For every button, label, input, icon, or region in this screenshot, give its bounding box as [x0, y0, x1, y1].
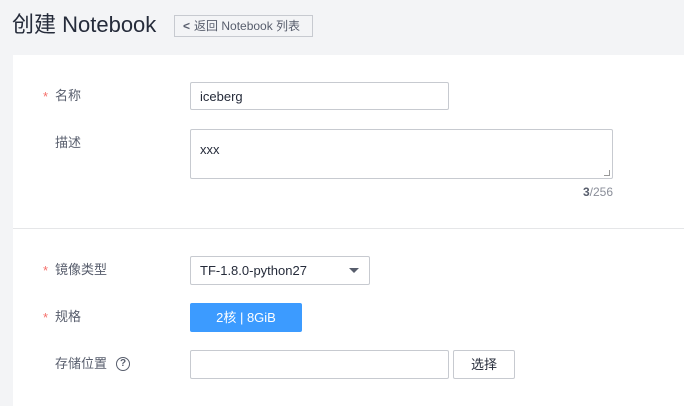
chevron-left-icon: < — [183, 19, 191, 33]
description-textarea[interactable]: xxx — [190, 129, 613, 179]
char-counter: 3/256 — [582, 185, 613, 199]
select-storage-button[interactable]: 选择 — [453, 350, 515, 379]
caret-down-icon — [349, 268, 359, 273]
storage-label: 存储位置 — [55, 356, 108, 371]
image-type-select[interactable]: TF-1.8.0-python27 — [190, 256, 370, 285]
resize-handle-icon[interactable] — [604, 170, 610, 176]
page-title: 创建 Notebook — [12, 12, 157, 37]
name-label: * 名称 — [43, 88, 82, 104]
required-mark: * — [43, 263, 49, 278]
required-mark: * — [43, 310, 49, 325]
storage-input[interactable] — [190, 350, 449, 379]
description-label: 描述 — [55, 135, 82, 150]
spec-option-button[interactable]: 2核 | 8GiB — [190, 303, 302, 332]
required-mark: * — [43, 89, 49, 104]
divider — [13, 228, 684, 229]
back-label: 返回 Notebook 列表 — [194, 19, 301, 33]
name-input[interactable] — [190, 82, 449, 110]
image-type-label: * 镜像类型 — [43, 262, 108, 278]
help-icon[interactable]: ? — [116, 357, 130, 371]
back-to-list-button[interactable]: < 返回 Notebook 列表 — [174, 15, 313, 37]
spec-label: * 规格 — [43, 309, 82, 325]
